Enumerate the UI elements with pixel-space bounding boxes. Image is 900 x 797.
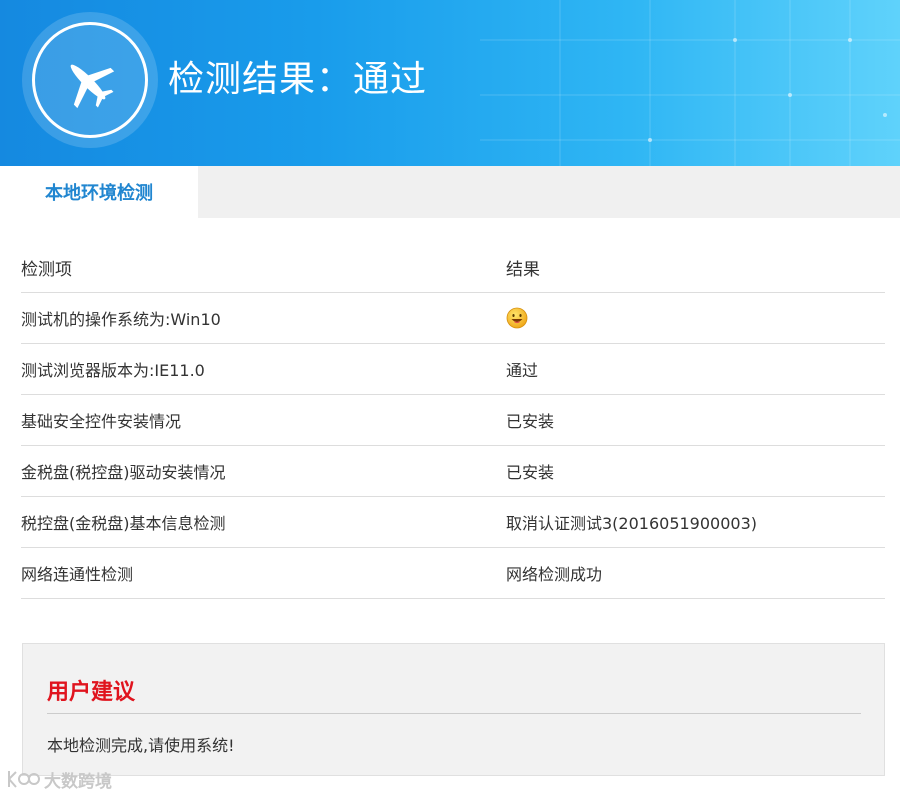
watermark: 大数跨境	[6, 766, 112, 792]
table-row: 网络连通性检测 网络检测成功	[21, 548, 885, 599]
row-item-security-control: 基础安全控件安装情况	[21, 412, 182, 431]
table-row: 测试浏览器版本为:IE11.0 通过	[21, 344, 885, 395]
row-result-tax-disk-driver: 已安装	[506, 463, 555, 482]
watermark-logo-icon	[8, 771, 40, 788]
advice-text: 本地检测完成,请使用系统!	[47, 736, 235, 755]
smiley-icon	[506, 307, 528, 329]
advice-title: 用户建议	[47, 680, 136, 705]
table-row: 税控盘(金税盘)基本信息检测 取消认证测试3(2016051900003)	[21, 497, 885, 548]
result-header: 检测结果：通过	[0, 0, 900, 166]
row-item-browser: 测试浏览器版本为:IE11.0	[21, 361, 205, 380]
table-row: 金税盘(税控盘)驱动安装情况 已安装	[21, 446, 885, 497]
watermark-text: 大数跨境	[44, 771, 112, 792]
table-header-row: 检测项 结果	[21, 243, 885, 293]
airplane-icon	[70, 64, 115, 109]
user-advice-panel: 用户建议 本地检测完成,请使用系统!	[22, 643, 885, 776]
row-result-tax-disk-info: 取消认证测试3(2016051900003)	[506, 514, 758, 533]
row-item-tax-disk-driver: 金税盘(税控盘)驱动安装情况	[21, 463, 226, 482]
table-row: 测试机的操作系统为:Win10	[21, 293, 885, 344]
check-results-table: 检测项 结果 测试机的操作系统为:Win10 测试浏览器版本为:IE11.0 通…	[21, 243, 885, 599]
tab-bar: 本地环境检测	[0, 166, 900, 218]
row-result-browser: 通过	[506, 361, 539, 380]
column-header-result: 结果	[506, 260, 540, 280]
row-item-network: 网络连通性检测	[21, 565, 134, 584]
row-result-network: 网络检测成功	[506, 565, 603, 584]
row-item-os: 测试机的操作系统为:Win10	[21, 310, 221, 329]
table-row: 基础安全控件安装情况 已安装	[21, 395, 885, 446]
page-title: 检测结果：通过	[168, 59, 428, 100]
tab-local-environment-check[interactable]: 本地环境检测	[0, 166, 198, 218]
advice-divider	[47, 713, 861, 714]
column-header-item: 检测项	[21, 260, 72, 280]
row-result-security-control: 已安装	[506, 412, 555, 431]
row-result-os	[506, 307, 885, 329]
row-item-tax-disk-info: 税控盘(金税盘)基本信息检测	[21, 514, 226, 533]
